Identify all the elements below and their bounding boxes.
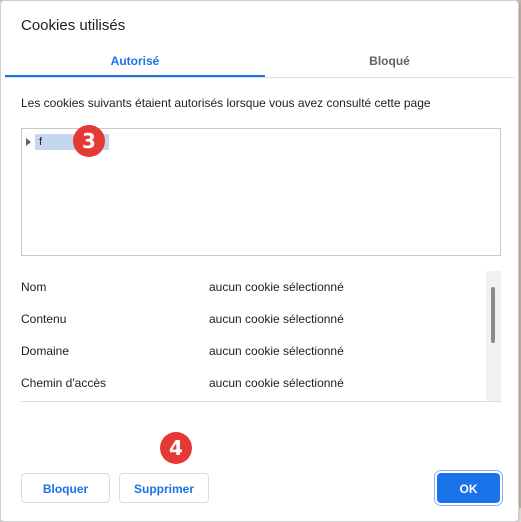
delete-button[interactable]: Supprimer [119,473,209,503]
detail-value: aucun cookie sélectionné [209,312,344,326]
expand-arrow-icon[interactable] [26,138,31,146]
tab-blocked[interactable]: Bloqué [265,45,514,77]
step-badge-3: 3 [73,125,105,157]
detail-key: Chemin d'accès [21,376,106,390]
tab-bar: Autorisé Bloqué [5,45,514,78]
allowed-description: Les cookies suivants étaient autorisés l… [21,96,431,110]
cookie-details: Nom aucun cookie sélectionné Contenu auc… [21,271,501,402]
detail-key: Contenu [21,312,67,326]
ok-button[interactable]: OK [437,473,500,503]
dialog-title: Cookies utilisés [21,17,126,34]
scrollbar-thumb[interactable] [491,287,495,343]
detail-value: aucun cookie sélectionné [209,344,344,358]
step-badge-4: 4 [160,432,192,464]
block-button[interactable]: Bloquer [21,473,110,503]
tab-allowed[interactable]: Autorisé [5,45,265,77]
details-scrollbar[interactable] [486,271,501,401]
detail-value: aucun cookie sélectionné [209,376,344,390]
detail-key: Domaine [21,344,70,358]
detail-value: aucun cookie sélectionné [209,280,344,294]
cookies-dialog: Cookies utilisés Autorisé Bloqué Les coo… [0,0,519,522]
detail-key: Nom [21,280,47,294]
